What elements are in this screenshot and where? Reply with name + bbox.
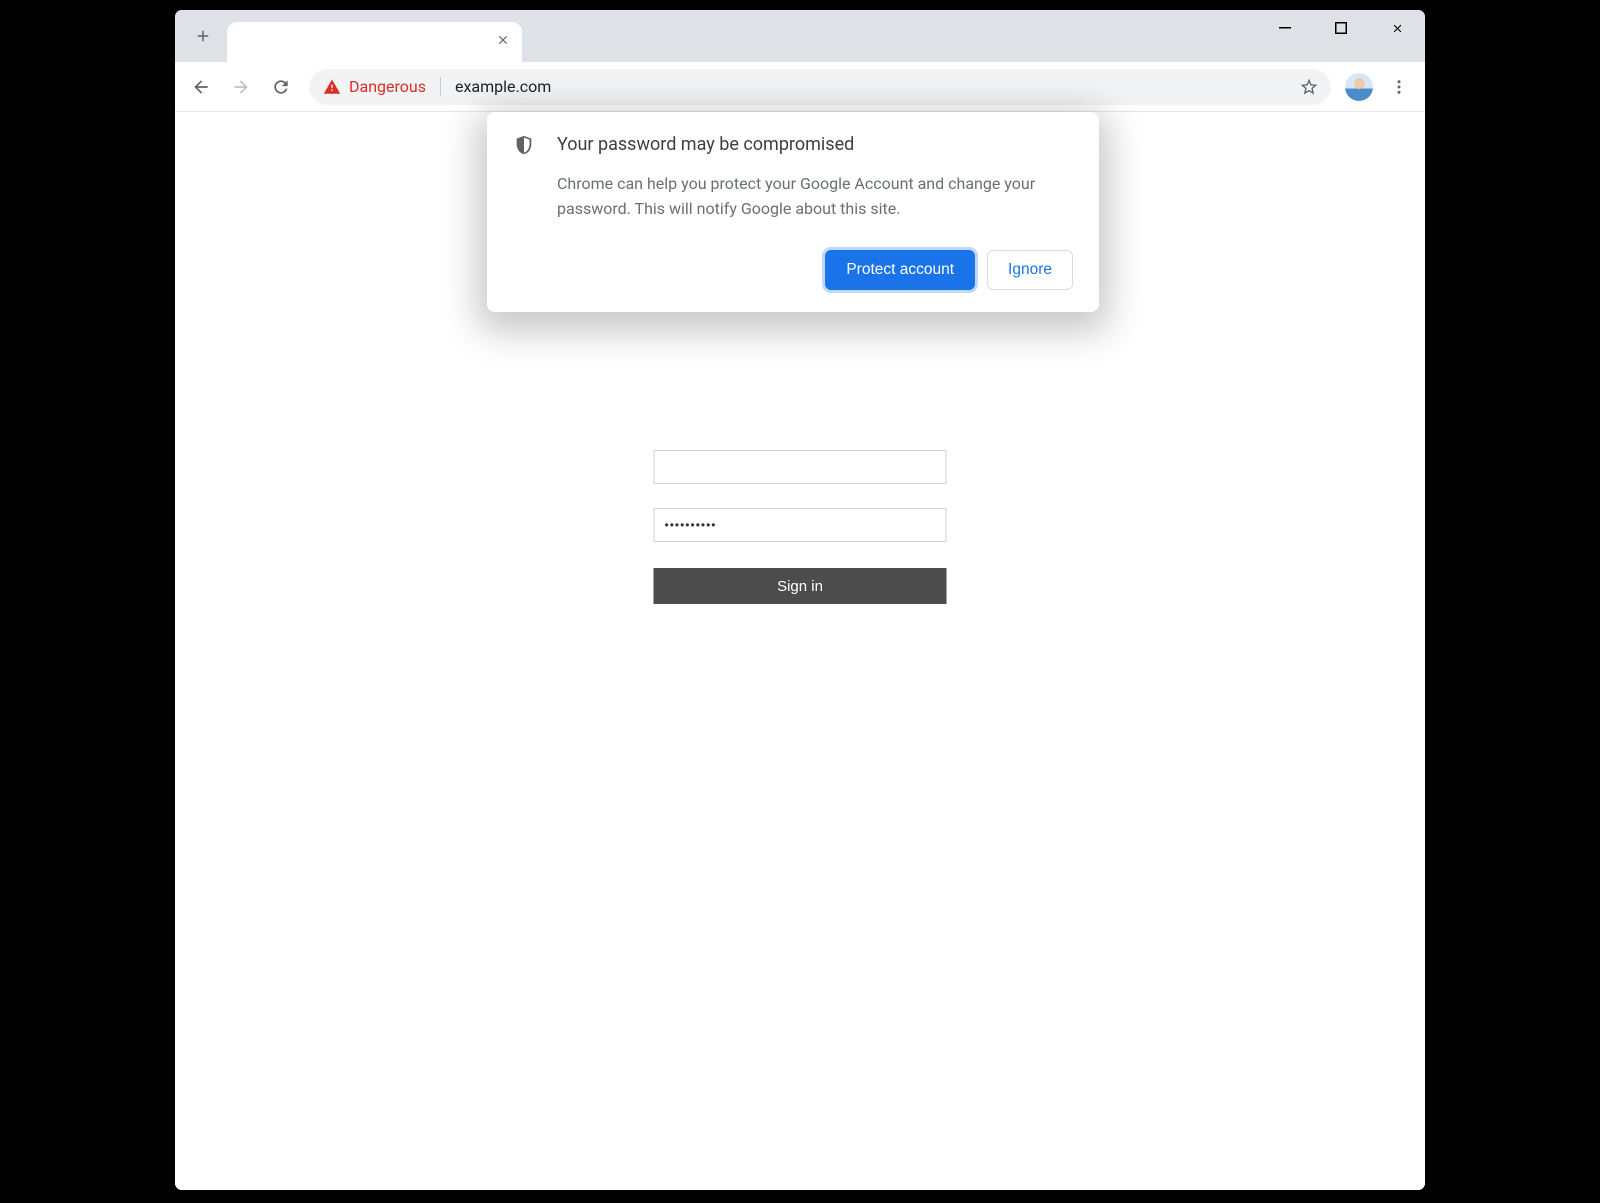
password-warning-bubble: Your password may be compromised Chrome …: [487, 112, 1099, 312]
arrow-right-icon: [231, 77, 251, 97]
bubble-header: Your password may be compromised: [513, 134, 1073, 156]
close-icon: [496, 33, 510, 47]
close-icon: [1391, 22, 1404, 35]
tab-close-button[interactable]: [496, 33, 510, 47]
new-tab-button[interactable]: [189, 22, 217, 50]
browser-window: Dangerous example.com Sign in: [170, 5, 1430, 1195]
bubble-title: Your password may be compromised: [557, 134, 854, 155]
more-vert-icon: [1390, 78, 1408, 96]
window-controls: [1257, 10, 1425, 46]
security-chip[interactable]: Dangerous: [323, 77, 441, 96]
window-close-button[interactable]: [1369, 10, 1425, 46]
minimize-icon: [1279, 22, 1291, 34]
bubble-body: Chrome can help you protect your Google …: [557, 172, 1073, 222]
login-form: Sign in: [654, 450, 947, 604]
shield-icon: [513, 134, 535, 156]
window-maximize-button[interactable]: [1313, 10, 1369, 46]
star-outline-icon: [1299, 77, 1319, 97]
page-content: Sign in Your password may be compromised…: [175, 112, 1425, 1190]
toolbar: Dangerous example.com: [175, 62, 1425, 112]
window-minimize-button[interactable]: [1257, 10, 1313, 46]
plus-icon: [194, 27, 212, 45]
reload-icon: [271, 77, 291, 97]
tab-active[interactable]: [227, 22, 522, 62]
bookmark-button[interactable]: [1295, 73, 1323, 101]
menu-button[interactable]: [1381, 69, 1417, 105]
reload-button[interactable]: [263, 69, 299, 105]
bubble-actions: Protect account Ignore: [513, 250, 1073, 290]
omnibox[interactable]: Dangerous example.com: [309, 69, 1331, 105]
profile-avatar[interactable]: [1345, 73, 1373, 101]
url-text: example.com: [455, 77, 1295, 96]
security-label: Dangerous: [349, 77, 426, 96]
tab-strip: [175, 10, 1425, 62]
arrow-left-icon: [191, 77, 211, 97]
forward-button: [223, 69, 259, 105]
username-input[interactable]: [654, 450, 947, 484]
warning-triangle-icon: [323, 78, 341, 96]
back-button[interactable]: [183, 69, 219, 105]
ignore-button[interactable]: Ignore: [987, 250, 1073, 290]
signin-button[interactable]: Sign in: [654, 568, 947, 604]
protect-account-button[interactable]: Protect account: [825, 250, 975, 290]
maximize-icon: [1335, 22, 1347, 34]
password-input[interactable]: [654, 508, 947, 542]
